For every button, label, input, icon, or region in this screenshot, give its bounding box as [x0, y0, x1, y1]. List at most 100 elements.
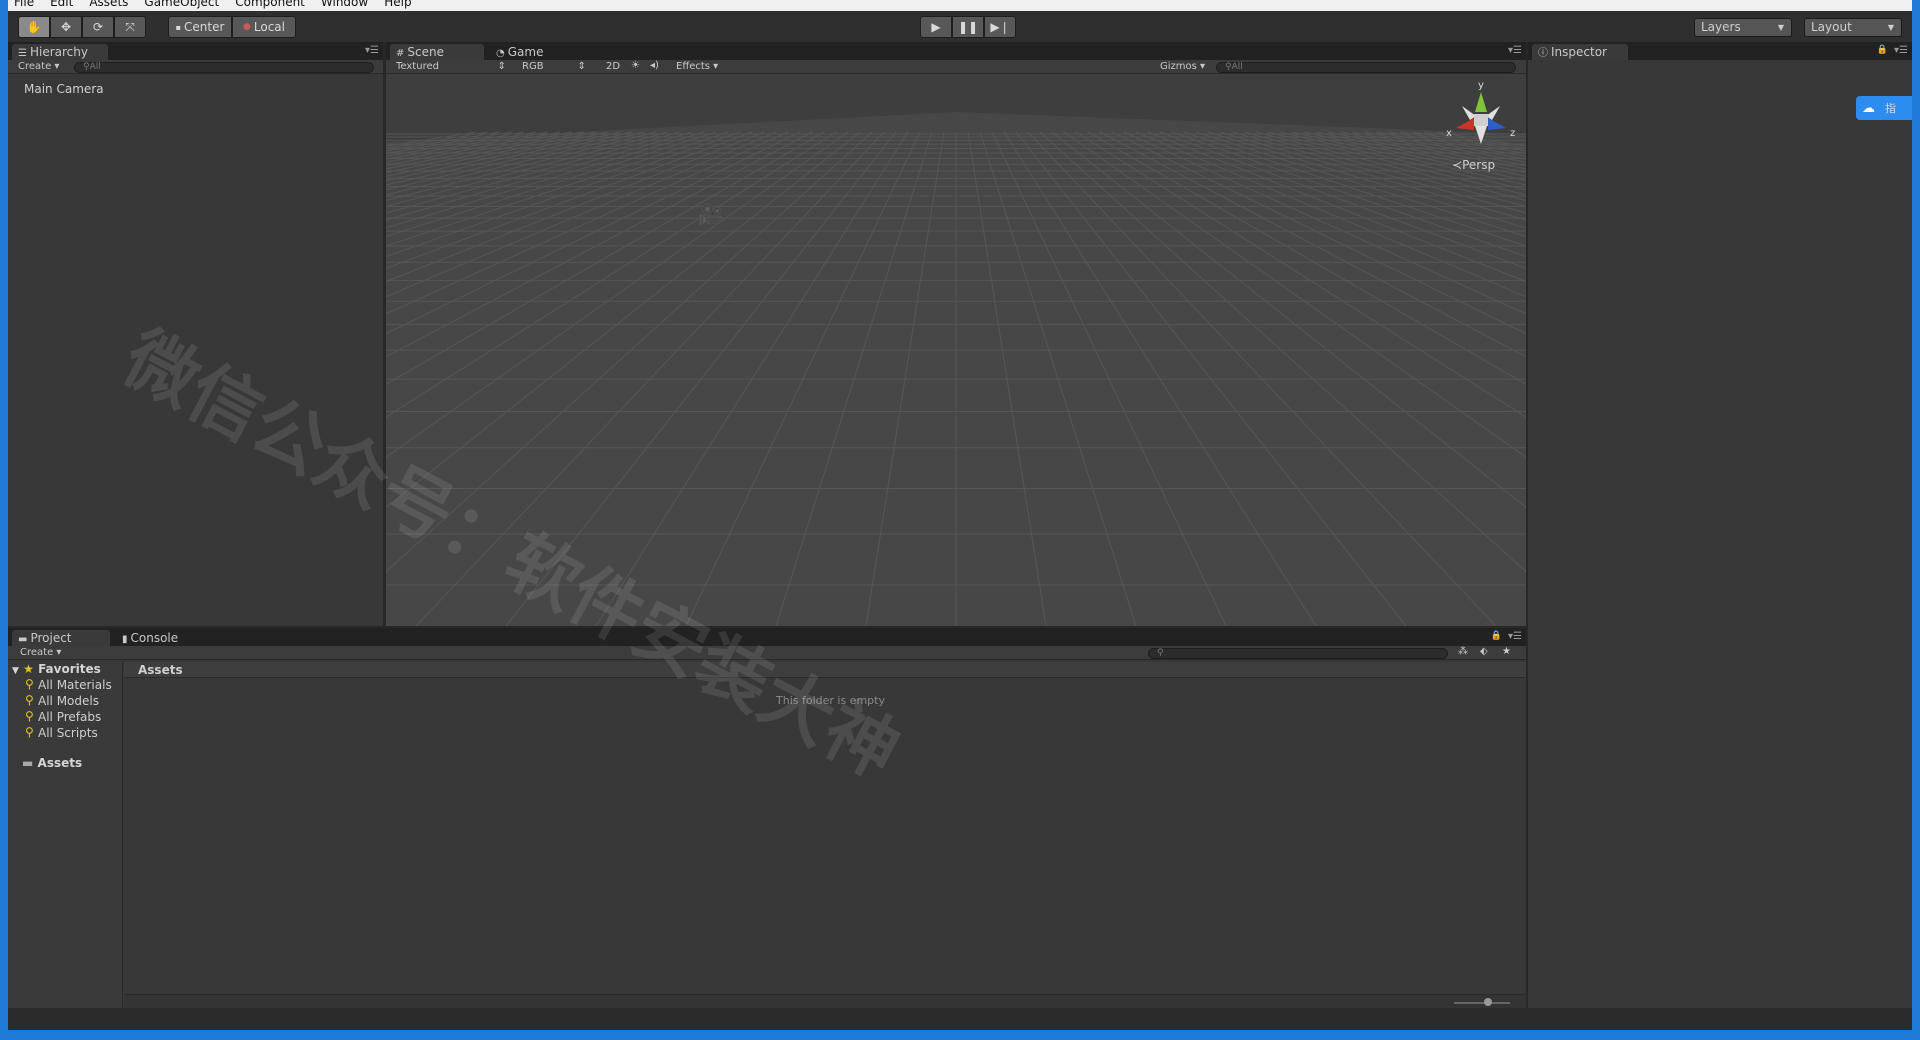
play-button[interactable]: ▶ [920, 16, 952, 38]
sun-icon[interactable]: ☀ [631, 60, 640, 71]
pause-button[interactable]: ❚❚ [952, 16, 984, 38]
console-icon: ▮ [122, 634, 128, 645]
breadcrumb-assets[interactable]: Assets [138, 663, 183, 677]
list-icon: ☰ [18, 48, 27, 59]
scale-tool-button[interactable]: ⤧ [114, 16, 146, 38]
menu-gameobject[interactable]: GameObject [144, 0, 219, 11]
lock-icon[interactable]: 🔒 [1877, 45, 1888, 55]
search-icon: ⚲ [1157, 648, 1164, 658]
step-button[interactable]: ▶❘ [984, 16, 1016, 38]
scene-toolbar: Textured ⇕ RGB ⇕ 2D ☀ ◂) Effects ▾ Gizmos … [386, 60, 1526, 74]
main-toolbar: ✋ ✥ ⟳ ⤧ ▪ Center ● Local ▶ ❚❚ ▶❘ Layers … [8, 11, 1912, 42]
menu-edit[interactable]: Edit [50, 0, 73, 11]
search-icon: ⚲ [1225, 62, 1232, 72]
tab-project[interactable]: ▬ Project [12, 630, 110, 646]
cloud-icon: ☁ [1862, 100, 1875, 116]
favorite-all-scripts[interactable]: ⚲ All Scripts [25, 725, 98, 740]
menu-assets[interactable]: Assets [89, 0, 128, 11]
menu-window[interactable]: Window [321, 0, 368, 11]
search-icon: ⚲ [25, 725, 34, 739]
search-icon: ⚲ [83, 62, 90, 72]
tab-game[interactable]: ◔ Game [490, 44, 570, 60]
pause-icon: ❚❚ [957, 20, 979, 34]
tab-hierarchy[interactable]: ☰ Hierarchy [12, 44, 108, 60]
pivot-toggles: ▪ Center ● Local [168, 16, 296, 38]
layout-dropdown[interactable]: Layout ▼ [1804, 18, 1902, 37]
transform-tools: ✋ ✥ ⟳ ⤧ [18, 16, 146, 38]
search-icon: ⚲ [25, 709, 34, 723]
audio-icon[interactable]: ◂) [650, 60, 659, 71]
menu-component[interactable]: Component [235, 0, 305, 11]
menu-file[interactable]: File [14, 0, 34, 11]
panel-menu-icon[interactable]: ▾☰ [1894, 45, 1908, 56]
scene-search-input[interactable]: ⚲All [1216, 62, 1516, 73]
layers-dropdown[interactable]: Layers ▼ [1694, 18, 1792, 37]
side-helper-badge[interactable]: ☁ 指 [1856, 96, 1912, 120]
star-icon[interactable]: ★ [1502, 646, 1511, 657]
hierarchy-tabstrip: ☰ Hierarchy ▾☰ [8, 42, 383, 60]
inspector-panel: ⓘ Inspector 🔒 ▾☰ [1528, 42, 1912, 1010]
move-icon: ✥ [60, 20, 72, 34]
tab-inspector[interactable]: ⓘ Inspector [1532, 44, 1628, 60]
slider-thumb[interactable] [1484, 998, 1492, 1006]
step-icon: ▶❘ [990, 20, 1010, 34]
scale-icon: ⤧ [125, 19, 135, 34]
project-search-input[interactable]: ⚲ [1148, 648, 1448, 659]
effects-dropdown[interactable]: Effects ▾ [676, 61, 718, 72]
expand-arrow-icon: ▼ [12, 666, 19, 676]
assets-folder[interactable]: ▬ Assets [22, 756, 82, 770]
scene-viewport[interactable]: 🎥 y x z ≺Persp [386, 74, 1526, 626]
project-tabstrip: ▬ Project ▮ Console 🔒 ▾☰ [8, 628, 1526, 646]
projection-toggle[interactable]: ≺Persp [1452, 158, 1495, 172]
filter-type-icon[interactable]: ⁂ [1458, 646, 1468, 657]
project-breadcrumb: Assets [124, 662, 1526, 678]
hand-icon: ✋ [26, 20, 42, 34]
play-icon: ▶ [931, 20, 941, 34]
favorite-all-models[interactable]: ⚲ All Models [25, 693, 99, 708]
panel-menu-icon[interactable]: ▾☰ [1508, 45, 1522, 56]
pivot-center-button[interactable]: ▪ Center [168, 16, 232, 38]
tab-scene[interactable]: # Scene [390, 44, 484, 60]
gizmo-label-y: y [1478, 80, 1484, 91]
move-tool-button[interactable]: ✥ [50, 16, 82, 38]
center-icon: ▪ [175, 22, 182, 32]
toggle-2d-button[interactable]: 2D [606, 61, 620, 72]
panel-menu-icon[interactable]: ▾☰ [1508, 631, 1522, 642]
tab-console[interactable]: ▮ Console [116, 630, 206, 646]
menu-help[interactable]: Help [384, 0, 411, 11]
hierarchy-search-input[interactable]: ⚲All [74, 62, 374, 73]
persp-icon: ≺ [1452, 158, 1463, 172]
scene-grid [386, 74, 1526, 626]
hierarchy-create-button[interactable]: Create ▾ [18, 61, 59, 72]
search-icon: ⚲ [25, 677, 34, 691]
folder-icon: ▬ [22, 756, 34, 770]
info-icon: ⓘ [1538, 48, 1548, 59]
gizmos-dropdown[interactable]: Gizmos ▾ [1160, 61, 1205, 72]
favorites-folder[interactable]: ▼ ★ Favorites [12, 662, 101, 676]
project-toolbar: Create ▾ ⚲ ⁂ ⬖ ★ [8, 646, 1526, 660]
project-create-button[interactable]: Create ▾ [20, 647, 61, 658]
color-channel-dropdown[interactable]: RGB ⇕ [522, 61, 586, 72]
camera-icon[interactable]: 🎥 [698, 202, 723, 226]
playback-controls: ▶ ❚❚ ▶❘ [920, 16, 1016, 38]
shading-mode-dropdown[interactable]: Textured ⇕ [396, 61, 506, 72]
empty-folder-message: This folder is empty [776, 694, 885, 707]
chevron-down-icon: ▼ [1777, 23, 1784, 32]
lock-icon[interactable]: 🔒 [1491, 631, 1502, 641]
panel-menu-icon[interactable]: ▾☰ [365, 45, 379, 56]
scene-panel: # Scene ◔ Game ▾☰ Textured ⇕ RGB ⇕ 2D ☀ ◂) E… [386, 42, 1526, 626]
pivot-local-button[interactable]: ● Local [232, 16, 296, 38]
folder-icon: ▬ [18, 634, 28, 645]
gizmo-label-z: z [1510, 128, 1516, 139]
orientation-gizmo[interactable]: y x z [1446, 80, 1516, 154]
rotate-tool-button[interactable]: ⟳ [82, 16, 114, 38]
favorite-all-prefabs[interactable]: ⚲ All Prefabs [25, 709, 101, 724]
icon-size-slider[interactable] [1454, 998, 1510, 1006]
grid-icon: # [396, 48, 405, 59]
project-tree: ▼ ★ Favorites ⚲ All Materials ⚲ All Models… [8, 662, 123, 1010]
favorite-all-materials[interactable]: ⚲ All Materials [25, 677, 112, 692]
tag-icon[interactable]: ⬖ [1480, 646, 1488, 657]
hierarchy-item[interactable]: Main Camera [24, 82, 104, 96]
hand-tool-button[interactable]: ✋ [18, 16, 50, 38]
hierarchy-toolbar: Create ▾ ⚲All [8, 60, 383, 74]
